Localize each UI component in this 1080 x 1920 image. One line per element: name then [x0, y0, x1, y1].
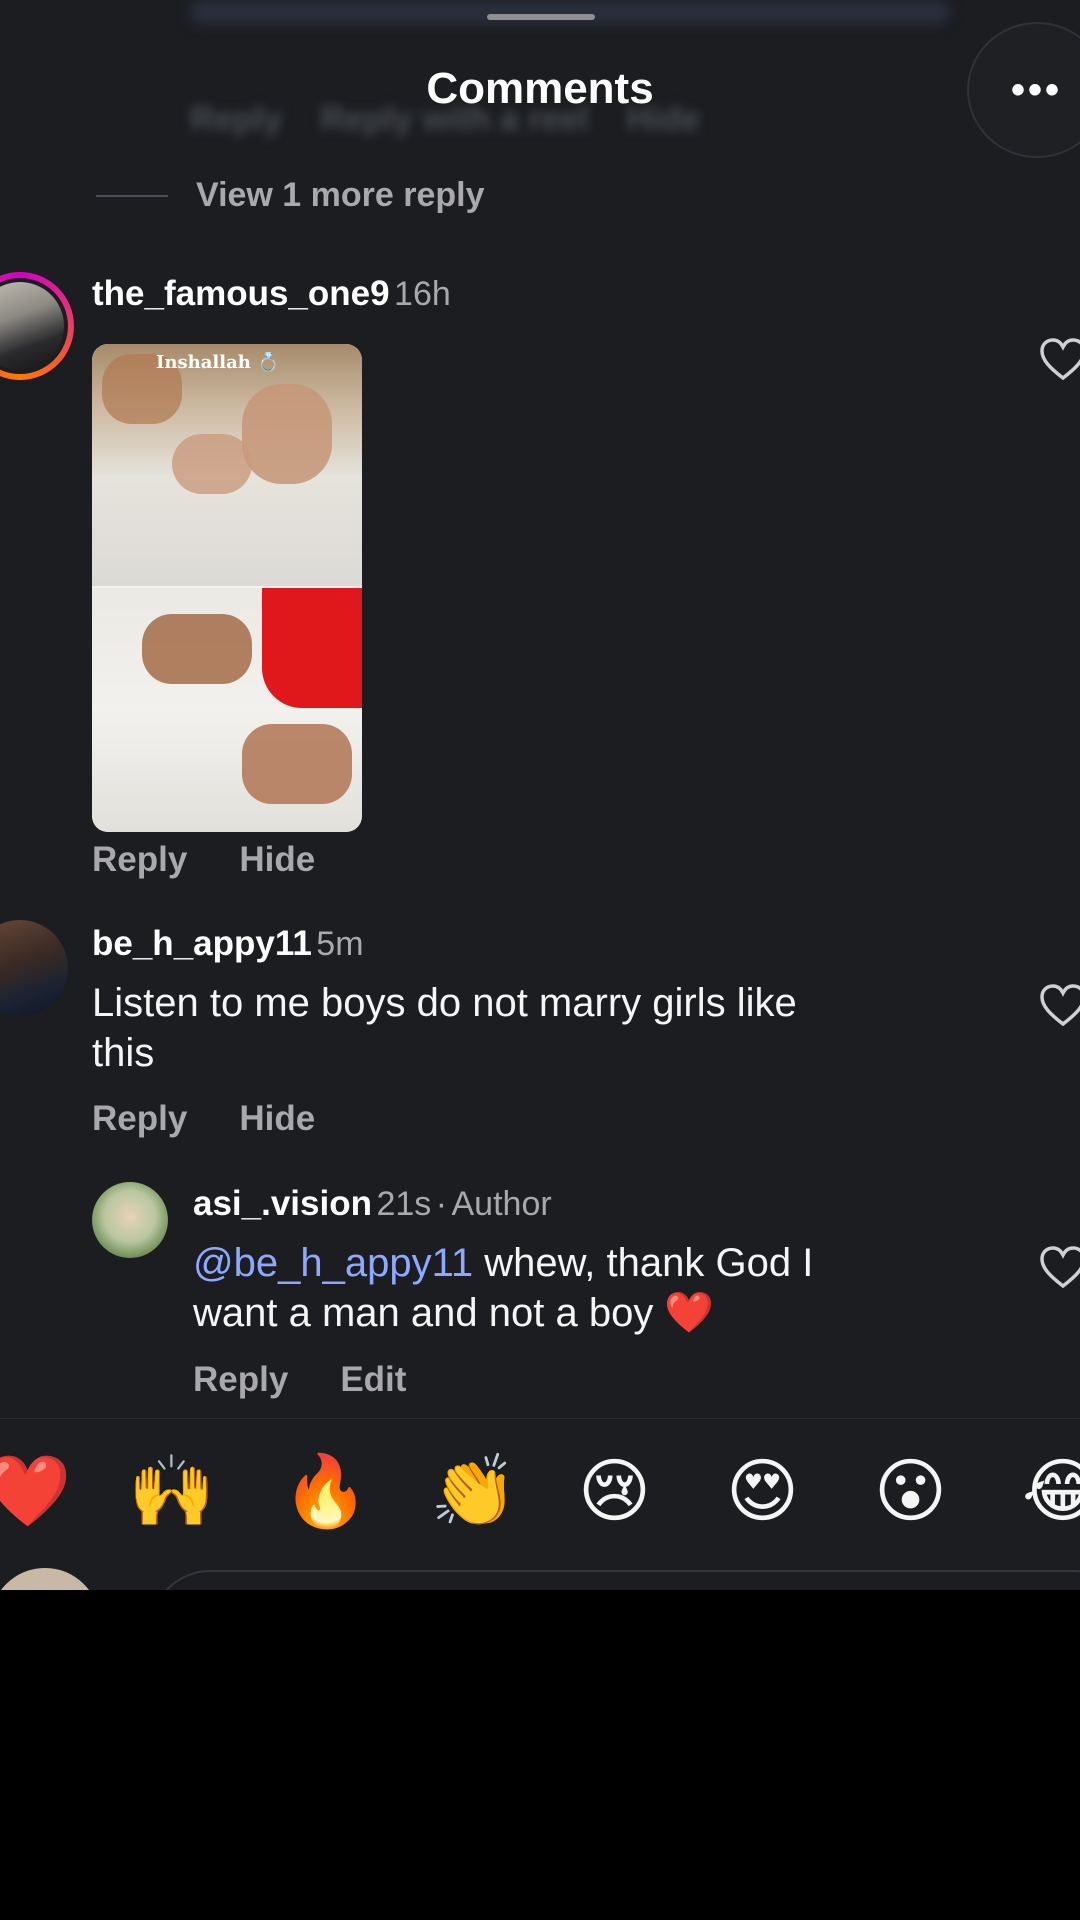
- view-more-replies[interactable]: View 1 more reply: [96, 176, 485, 215]
- comment-actions: Reply Hide: [92, 840, 315, 880]
- meta-separator: ·: [435, 1185, 448, 1223]
- background-video-bar: [190, 0, 950, 24]
- view-more-replies-label[interactable]: View 1 more reply: [196, 176, 485, 215]
- author-badge: Author: [451, 1185, 552, 1223]
- comment-input[interactable]: [150, 1570, 1080, 1590]
- comment-username[interactable]: asi_.vision: [193, 1184, 372, 1223]
- like-heart-icon[interactable]: [1040, 1246, 1080, 1288]
- comment-time: 21s: [376, 1185, 432, 1223]
- avatar[interactable]: [0, 920, 68, 1016]
- reply-button[interactable]: Reply: [92, 1099, 187, 1139]
- emoji-laughing-button[interactable]: 😂: [1022, 1451, 1080, 1531]
- comment-actions: Reply Hide: [92, 1099, 315, 1139]
- emoji-heart-eyes-button[interactable]: 😍: [726, 1451, 799, 1531]
- comment-time: 16h: [394, 275, 451, 313]
- drag-handle[interactable]: [487, 14, 595, 20]
- hide-button[interactable]: Hide: [239, 840, 315, 880]
- comments-sheet: Reply Reply with a reel Hide Comments ••…: [0, 0, 1080, 1590]
- hide-button[interactable]: Hide: [239, 1099, 315, 1139]
- divider-line: [96, 194, 168, 197]
- emoji-crying-button[interactable]: 😢: [578, 1451, 651, 1531]
- emoji-surprised-button[interactable]: 😮: [874, 1451, 947, 1531]
- reply-button[interactable]: Reply: [193, 1360, 288, 1400]
- edit-button[interactable]: Edit: [340, 1360, 406, 1400]
- ellipsis-icon: •••: [1011, 68, 1063, 112]
- emoji-fire-button[interactable]: 🔥: [282, 1451, 369, 1531]
- page-title: Comments: [426, 64, 654, 113]
- comment-username[interactable]: the_famous_one9: [92, 274, 390, 313]
- comment-username[interactable]: be_h_appy11: [92, 924, 312, 963]
- current-user-avatar: [0, 1568, 100, 1590]
- emoji-clap-button[interactable]: 👏: [430, 1451, 517, 1531]
- comment-media-image[interactable]: Inshallah 💍: [92, 344, 362, 832]
- reply-button[interactable]: Reply: [92, 840, 187, 880]
- emoji-reaction-bar: ❤️ 🙌 🔥 👏 😢 😍 😮 😂: [0, 1418, 1080, 1559]
- emoji-raised-hands-button[interactable]: 🙌: [128, 1451, 215, 1531]
- comment-text: @be_h_appy11 whew, thank God I want a ma…: [193, 1241, 814, 1335]
- emoji-heart-button[interactable]: ❤️: [0, 1451, 71, 1531]
- avatar: [0, 282, 64, 370]
- comment-time: 5m: [316, 925, 364, 963]
- user-mention-link[interactable]: @be_h_appy11: [193, 1241, 473, 1285]
- comment-actions: Reply Edit: [193, 1360, 406, 1400]
- more-options-button[interactable]: •••: [967, 22, 1080, 158]
- like-heart-icon[interactable]: [1040, 984, 1080, 1026]
- media-overlay-text: Inshallah 💍: [156, 352, 280, 373]
- like-heart-icon[interactable]: [1040, 338, 1080, 380]
- comment-text: Listen to me boys do not marry girls lik…: [92, 981, 797, 1075]
- avatar-story-ring[interactable]: [0, 272, 74, 380]
- avatar[interactable]: [92, 1182, 168, 1258]
